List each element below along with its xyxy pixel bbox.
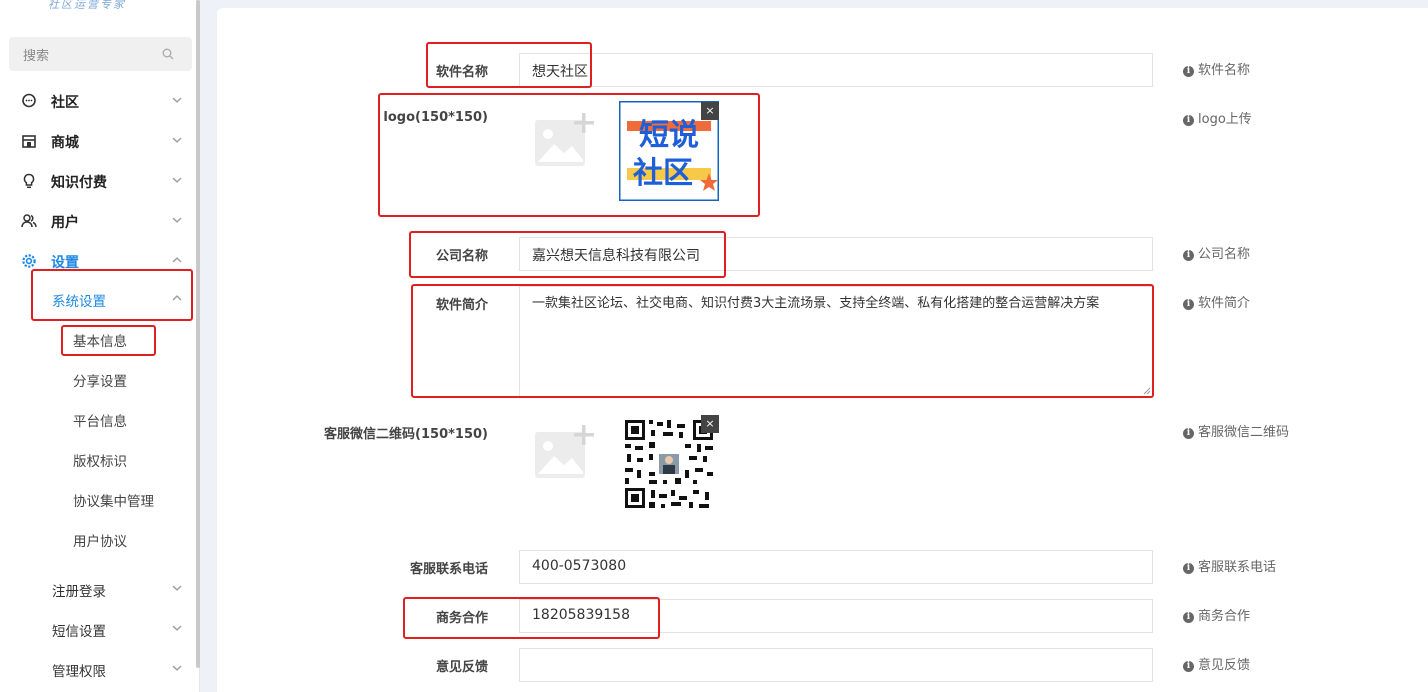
- logo-hint: i logo上传: [1183, 108, 1252, 127]
- resize-handle-icon[interactable]: [1143, 387, 1151, 395]
- submenu-sms-settings[interactable]: 短信设置: [0, 609, 196, 649]
- image-upload-icon[interactable]: [534, 110, 598, 170]
- menu-item-settings[interactable]: 设置: [0, 241, 196, 281]
- users-icon: [21, 214, 37, 228]
- hint-text: 软件简介: [1198, 296, 1251, 311]
- software-name-hint: i 软件名称: [1183, 59, 1250, 78]
- chevron-down-icon: [172, 137, 182, 143]
- submenu-label: 管理权限: [52, 664, 106, 680]
- chat-icon: [22, 93, 36, 108]
- lightbulb-icon: [23, 173, 35, 189]
- search-icon[interactable]: [162, 48, 174, 60]
- logo-text-line2: 社区: [633, 156, 693, 191]
- qrcode-label: 客服微信二维码(150*150): [324, 427, 488, 442]
- chevron-down-icon: [172, 585, 182, 591]
- info-icon: i: [1183, 250, 1194, 261]
- chevron-up-icon: [172, 295, 182, 301]
- remove-logo-icon[interactable]: ×: [701, 102, 719, 120]
- gear-icon: [22, 254, 36, 268]
- info-icon: i: [1183, 66, 1194, 77]
- logo-text-line1: 短说: [639, 118, 699, 153]
- search-placeholder: 搜索: [23, 49, 50, 64]
- chevron-down-icon: [172, 625, 182, 631]
- phone-hint: i 客服联系电话: [1183, 556, 1276, 575]
- submenu-copyright[interactable]: 版权标识: [0, 439, 196, 479]
- submenu-basic-info[interactable]: 基本信息: [0, 319, 196, 359]
- company-input[interactable]: 嘉兴想天信息科技有限公司: [519, 237, 1153, 271]
- leaf-label: 版权标识: [73, 454, 127, 470]
- submenu-label: 注册登录: [52, 584, 106, 600]
- remove-qrcode-icon[interactable]: ×: [701, 415, 719, 433]
- menu-label: 社区: [51, 95, 79, 111]
- business-label: 商务合作: [435, 611, 488, 626]
- company-hint: i 公司名称: [1183, 243, 1250, 262]
- business-input[interactable]: 18205839158: [519, 599, 1153, 633]
- submenu-user-agreement[interactable]: 用户协议: [0, 519, 196, 559]
- info-icon: i: [1183, 299, 1194, 310]
- company-label: 公司名称: [435, 249, 488, 264]
- hint-text: 客服微信二维码: [1198, 425, 1290, 440]
- chevron-down-icon: [172, 217, 182, 223]
- chevron-down-icon: [172, 665, 182, 671]
- store-icon: [22, 135, 36, 148]
- submenu-permissions[interactable]: 管理权限: [0, 649, 196, 689]
- hint-text: 客服联系电话: [1198, 560, 1277, 575]
- chevron-up-icon: [172, 257, 182, 263]
- leaf-label: 协议集中管理: [73, 494, 154, 510]
- menu-item-store[interactable]: 商城: [0, 121, 196, 161]
- submenu-platform-info[interactable]: 平台信息: [0, 399, 196, 439]
- menu-item-community[interactable]: 社区: [0, 81, 196, 121]
- logo-label: logo(150*150): [383, 110, 488, 125]
- intro-hint: i 软件简介: [1183, 292, 1250, 311]
- app-logo: 社区运营专家: [48, 0, 126, 10]
- menu-item-users[interactable]: 用户: [0, 201, 196, 241]
- menu-label: 用户: [51, 215, 79, 231]
- intro-text: 一款集社区论坛、社交电商、知识付费3大主流场景、支持全终端、私有化搭建的整合运营…: [532, 296, 1100, 311]
- submenu-system-settings[interactable]: 系统设置: [0, 279, 196, 319]
- menu-label: 知识付费: [51, 175, 107, 191]
- feedback-input[interactable]: [519, 648, 1153, 682]
- info-icon: i: [1183, 115, 1194, 126]
- leaf-label: 基本信息: [73, 334, 127, 350]
- search-input[interactable]: 搜索: [9, 37, 192, 71]
- software-name-label: 软件名称: [435, 65, 488, 80]
- info-icon: i: [1183, 661, 1194, 672]
- info-icon: i: [1183, 563, 1194, 574]
- hint-text: 商务合作: [1198, 609, 1251, 624]
- intro-label: 软件简介: [435, 298, 488, 313]
- sidebar: 社区运营专家 搜索 社区 商城 知识付费 用户 设置 系统设置 基本信息 分享设…: [0, 0, 200, 692]
- image-upload-icon[interactable]: [534, 422, 598, 482]
- software-name-input[interactable]: 想天社区: [519, 53, 1153, 87]
- intro-textarea[interactable]: 一款集社区论坛、社交电商、知识付费3大主流场景、支持全终端、私有化搭建的整合运营…: [519, 286, 1153, 397]
- submenu-agreements[interactable]: 协议集中管理: [0, 479, 196, 519]
- leaf-label: 平台信息: [73, 414, 127, 430]
- business-hint: i 商务合作: [1183, 605, 1250, 624]
- menu-item-knowledge[interactable]: 知识付费: [0, 161, 196, 201]
- info-icon: i: [1183, 612, 1194, 623]
- submenu-label: 系统设置: [52, 294, 106, 310]
- hint-text: 意见反馈: [1198, 658, 1251, 673]
- phone-input[interactable]: 400-0573080: [519, 550, 1153, 584]
- chevron-down-icon: [172, 177, 182, 183]
- feedback-label: 意见反馈: [435, 660, 488, 675]
- submenu-register-login[interactable]: 注册登录: [0, 569, 196, 609]
- leaf-label: 分享设置: [73, 374, 127, 390]
- hint-text: logo上传: [1198, 112, 1252, 127]
- feedback-hint: i 意见反馈: [1183, 654, 1250, 673]
- menu-label: 设置: [51, 255, 79, 271]
- hint-text: 公司名称: [1198, 247, 1251, 262]
- leaf-label: 用户协议: [73, 534, 127, 550]
- qrcode-hint: i 客服微信二维码: [1183, 421, 1289, 440]
- submenu-label: 短信设置: [52, 624, 106, 640]
- chevron-down-icon: [172, 97, 182, 103]
- hint-text: 软件名称: [1198, 63, 1251, 78]
- submenu-share-settings[interactable]: 分享设置: [0, 359, 196, 399]
- menu-label: 商城: [51, 135, 79, 151]
- phone-label: 客服联系电话: [409, 562, 488, 577]
- info-icon: i: [1183, 428, 1194, 439]
- sidebar-scrollbar[interactable]: [196, 0, 200, 668]
